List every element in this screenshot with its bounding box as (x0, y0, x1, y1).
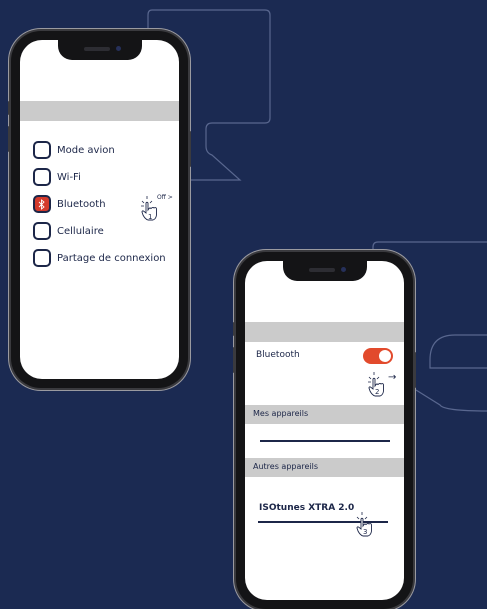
hotspot-checkbox[interactable] (33, 249, 51, 267)
phone-side-button (233, 322, 236, 336)
phone-notch (282, 261, 367, 281)
phone-power-button (188, 131, 191, 167)
setting-label: Wi-Fi (57, 171, 81, 183)
tap-step-number: 2 (375, 388, 380, 396)
phone-right: Bluetooth 2 → Mes appareils Autres appar… (233, 252, 416, 609)
setting-hotspot[interactable]: Partage de connexion (33, 247, 166, 269)
phone-power-button (413, 352, 416, 388)
header-bar (20, 101, 179, 121)
setting-label: Cellulaire (57, 225, 104, 237)
bluetooth-icon (38, 199, 45, 210)
arrow-right-icon: → (388, 372, 397, 383)
cellular-checkbox[interactable] (33, 222, 51, 240)
bluetooth-toggle[interactable] (363, 348, 393, 364)
setting-label: Bluetooth (57, 198, 106, 210)
tap-hint-off: Off > (157, 194, 173, 201)
section-other-devices: Autres appareils (245, 458, 404, 477)
section-my-devices: Mes appareils (245, 405, 404, 424)
header-bar (245, 322, 404, 342)
phone-left-screen: Mode avion Wi-Fi Bluetooth Cellulaire Pa… (20, 40, 179, 379)
setting-label: Mode avion (57, 144, 115, 156)
tap-step-number: 3 (363, 528, 368, 536)
phone-right-screen: Bluetooth 2 → Mes appareils Autres appar… (245, 261, 404, 600)
my-devices-divider (260, 440, 390, 442)
setting-wifi[interactable]: Wi-Fi (33, 166, 81, 188)
section-label: Autres appareils (253, 462, 319, 471)
phone-side-button (233, 347, 236, 373)
setting-label: Partage de connexion (57, 252, 166, 264)
phone-left: Mode avion Wi-Fi Bluetooth Cellulaire Pa… (8, 31, 191, 388)
section-label: Mes appareils (253, 409, 309, 418)
wifi-checkbox[interactable] (33, 168, 51, 186)
device-isotunes[interactable]: ISOtunes XTRA 2.0 (259, 503, 354, 513)
setting-airplane-mode[interactable]: Mode avion (33, 139, 115, 161)
setting-bluetooth[interactable]: Bluetooth (33, 193, 106, 215)
tap-step-number: 1 (148, 213, 153, 221)
bluetooth-checkbox[interactable] (33, 195, 51, 213)
phone-side-button (8, 126, 11, 152)
airplane-mode-checkbox[interactable] (33, 141, 51, 159)
phone-notch (57, 40, 142, 60)
bluetooth-label: Bluetooth (256, 350, 300, 360)
phone-side-button (8, 101, 11, 115)
setting-cellular[interactable]: Cellulaire (33, 220, 104, 242)
